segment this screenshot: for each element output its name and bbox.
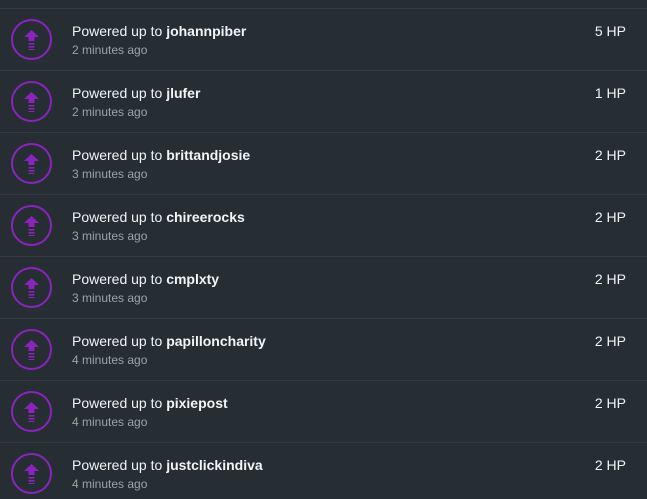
timestamp: 3 minutes ago: [72, 229, 148, 243]
action-text: Powered up to: [72, 85, 163, 101]
action-text: Powered up to: [72, 147, 163, 163]
action-text: Powered up to: [72, 333, 163, 349]
hp-amount: 2 HP: [594, 147, 626, 163]
timestamp: 4 minutes ago: [72, 353, 148, 367]
activity-title: Powered up to cmplxty: [72, 271, 219, 287]
list-item[interactable]: Powered up to johannpiber 2 minutes ago …: [0, 8, 647, 70]
list-item[interactable]: Powered up to papilloncharity 4 minutes …: [0, 318, 647, 380]
action-text: Powered up to: [72, 209, 163, 225]
user-link[interactable]: justclickindiva: [166, 457, 262, 473]
user-link[interactable]: chireerocks: [166, 209, 245, 225]
list-item[interactable]: Powered up to justclickindiva 4 minutes …: [0, 442, 647, 499]
activity-title: Powered up to chireerocks: [72, 209, 245, 225]
timestamp: 4 minutes ago: [72, 477, 148, 491]
action-text: Powered up to: [72, 271, 163, 287]
list-item[interactable]: Powered up to chireerocks 3 minutes ago …: [0, 194, 647, 256]
activity-title: Powered up to papilloncharity: [72, 333, 266, 349]
hp-amount: 1 HP: [594, 85, 626, 101]
power-up-arrow-icon: [11, 267, 52, 308]
activity-title: Powered up to brittandjosie: [72, 147, 250, 163]
user-link[interactable]: cmplxty: [166, 271, 219, 287]
action-text: Powered up to: [72, 457, 163, 473]
hp-amount: 5 HP: [594, 23, 626, 39]
power-up-arrow-icon: [11, 205, 52, 246]
timestamp: 3 minutes ago: [72, 167, 148, 181]
activity-title: Powered up to justclickindiva: [72, 457, 263, 473]
user-link[interactable]: papilloncharity: [166, 333, 266, 349]
activity-title: Powered up to johannpiber: [72, 23, 246, 39]
activity-title: Powered up to pixiepost: [72, 395, 228, 411]
power-up-arrow-icon: [11, 329, 52, 370]
power-up-arrow-icon: [11, 143, 52, 184]
power-up-arrow-icon: [11, 19, 52, 60]
user-link[interactable]: brittandjosie: [166, 147, 250, 163]
list-item[interactable]: Powered up to cmplxty 3 minutes ago 2 HP: [0, 256, 647, 318]
hp-amount: 2 HP: [594, 457, 626, 473]
list-item[interactable]: Powered up to pixiepost 4 minutes ago 2 …: [0, 380, 647, 442]
timestamp: 4 minutes ago: [72, 415, 148, 429]
hp-amount: 2 HP: [594, 395, 626, 411]
power-up-arrow-icon: [11, 453, 52, 494]
list-item[interactable]: Powered up to jlufer 2 minutes ago 1 HP: [0, 70, 647, 132]
power-up-arrow-icon: [11, 391, 52, 432]
timestamp: 2 minutes ago: [72, 105, 148, 119]
activity-list: Powered up to johannpiber 2 minutes ago …: [0, 0, 647, 499]
hp-amount: 2 HP: [594, 333, 626, 349]
user-link[interactable]: jlufer: [166, 85, 200, 101]
action-text: Powered up to: [72, 23, 163, 39]
timestamp: 3 minutes ago: [72, 291, 148, 305]
user-link[interactable]: pixiepost: [166, 395, 227, 411]
user-link[interactable]: johannpiber: [166, 23, 246, 39]
hp-amount: 2 HP: [594, 209, 626, 225]
power-up-arrow-icon: [11, 81, 52, 122]
hp-amount: 2 HP: [594, 271, 626, 287]
list-item[interactable]: Powered up to brittandjosie 3 minutes ag…: [0, 132, 647, 194]
timestamp: 2 minutes ago: [72, 43, 148, 57]
action-text: Powered up to: [72, 395, 163, 411]
activity-title: Powered up to jlufer: [72, 85, 200, 101]
